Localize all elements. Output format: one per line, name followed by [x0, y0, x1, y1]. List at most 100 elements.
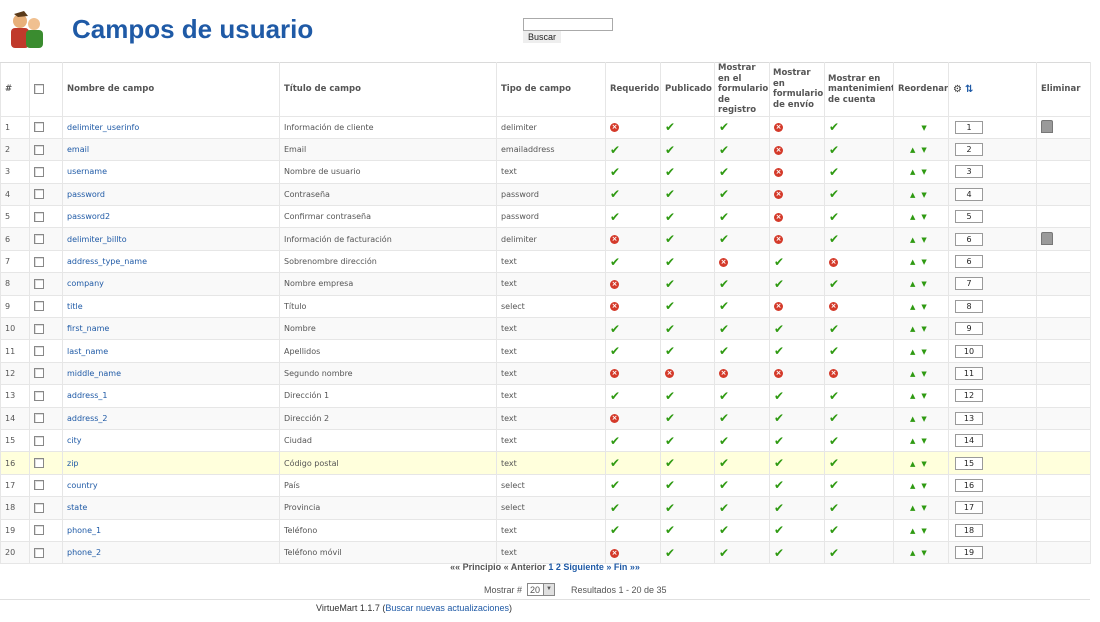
show-account-cell[interactable]: ✔	[824, 182, 894, 207]
checkmark-icon[interactable]: ✔	[610, 479, 620, 491]
published-cell[interactable]: ✔	[660, 428, 715, 453]
row-checkbox[interactable]	[34, 346, 44, 357]
checkmark-icon[interactable]: ✔	[719, 211, 729, 223]
order-input[interactable]: 4	[955, 187, 983, 201]
arrow-up-icon[interactable]: ▲	[910, 437, 921, 445]
arrow-up-icon[interactable]: ▲	[910, 392, 921, 400]
row-select-cell[interactable]	[29, 294, 63, 319]
row-checkbox[interactable]	[34, 122, 44, 133]
row-checkbox[interactable]	[34, 413, 44, 424]
field-name-link[interactable]: country	[62, 473, 280, 498]
checkmark-icon[interactable]: ✔	[719, 144, 729, 156]
checkmark-icon[interactable]: ✔	[665, 211, 675, 223]
row-select-cell[interactable]	[29, 137, 63, 162]
red-x-icon[interactable]: ×	[610, 235, 619, 245]
row-checkbox[interactable]	[34, 189, 44, 200]
checkmark-icon[interactable]: ✔	[774, 479, 784, 491]
chevron-down-icon[interactable]: ▼	[543, 584, 554, 595]
published-cell[interactable]: ✔	[660, 317, 715, 341]
order-input[interactable]: 11	[955, 366, 983, 380]
checkmark-icon[interactable]: ✔	[774, 278, 784, 290]
checkmark-icon[interactable]: ✔	[829, 188, 839, 200]
arrow-up-icon[interactable]: ▲	[910, 168, 921, 176]
required-cell[interactable]: ✔	[605, 182, 661, 207]
checkmark-icon[interactable]: ✔	[719, 166, 729, 178]
row-checkbox[interactable]	[34, 547, 44, 558]
row-select-cell[interactable]	[29, 428, 63, 453]
checkmark-icon[interactable]: ✔	[829, 524, 839, 536]
red-x-icon[interactable]: ×	[665, 369, 674, 379]
checkmark-icon[interactable]: ✔	[665, 323, 675, 335]
required-cell[interactable]: ✔	[605, 496, 661, 520]
required-cell[interactable]: ✔	[605, 518, 661, 542]
checkmark-icon[interactable]: ✔	[719, 479, 729, 491]
row-checkbox[interactable]	[34, 301, 44, 312]
show-registration-cell[interactable]: ✔	[714, 406, 770, 430]
field-name-link[interactable]: email	[62, 137, 280, 162]
published-cell[interactable]: ✔	[660, 249, 715, 274]
show-account-cell[interactable]: ✔	[824, 540, 894, 565]
field-name-link[interactable]: address_type_name	[62, 249, 280, 274]
checkmark-icon[interactable]: ✔	[610, 390, 620, 402]
red-x-icon[interactable]: ×	[774, 235, 783, 245]
published-cell[interactable]: ✔	[660, 473, 715, 498]
red-x-icon[interactable]: ×	[774, 369, 783, 379]
arrow-down-icon[interactable]: ▼	[921, 482, 932, 490]
field-name-link[interactable]: address_1	[62, 384, 280, 408]
arrow-up-icon[interactable]: ▲	[910, 191, 921, 199]
published-cell[interactable]: ✔	[660, 339, 715, 363]
field-name-link[interactable]: company	[62, 272, 280, 296]
show-registration-cell[interactable]: ✔	[714, 384, 770, 408]
field-name-link[interactable]: state	[62, 496, 280, 520]
pagination-page-2[interactable]: 2	[556, 562, 561, 572]
arrow-up-icon[interactable]: ▲	[910, 213, 921, 221]
arrow-up-icon[interactable]: ▲	[910, 348, 921, 356]
show-shipping-cell[interactable]: ✔	[769, 339, 825, 363]
published-cell[interactable]: ✔	[660, 451, 715, 475]
show-shipping-cell[interactable]: ✔	[769, 496, 825, 520]
checkmark-icon[interactable]: ✔	[665, 457, 675, 469]
row-checkbox[interactable]	[34, 480, 44, 491]
red-x-icon[interactable]: ×	[610, 369, 619, 379]
checkmark-icon[interactable]: ✔	[829, 457, 839, 469]
checkmark-icon[interactable]: ✔	[665, 144, 675, 156]
arrow-down-icon[interactable]: ▼	[921, 392, 932, 400]
show-registration-cell[interactable]: ✔	[714, 160, 770, 184]
order-input[interactable]: 8	[955, 299, 983, 313]
show-registration-cell[interactable]: ×	[714, 361, 770, 386]
arrow-up-icon[interactable]: ▲	[910, 370, 921, 378]
published-cell[interactable]: ✔	[660, 540, 715, 565]
red-x-icon[interactable]: ×	[829, 369, 838, 379]
row-checkbox[interactable]	[34, 323, 44, 334]
checkmark-icon[interactable]: ✔	[774, 524, 784, 536]
col-header-select-all[interactable]	[29, 62, 63, 117]
red-x-icon[interactable]: ×	[610, 279, 619, 289]
show-shipping-cell[interactable]: ×	[769, 137, 825, 162]
checkmark-icon[interactable]: ✔	[665, 547, 675, 559]
checkmark-icon[interactable]: ✔	[719, 547, 729, 559]
arrow-down-icon[interactable]: ▼	[921, 415, 932, 423]
show-shipping-cell[interactable]: ✔	[769, 451, 825, 475]
row-checkbox[interactable]	[34, 278, 44, 289]
arrow-down-icon[interactable]: ▼	[921, 303, 932, 311]
checkmark-icon[interactable]: ✔	[774, 502, 784, 514]
arrow-down-icon[interactable]: ▼	[921, 146, 932, 154]
red-x-icon[interactable]: ×	[829, 257, 838, 267]
checkmark-icon[interactable]: ✔	[829, 278, 839, 290]
arrow-down-icon[interactable]: ▼	[921, 370, 932, 378]
show-registration-cell[interactable]: ✔	[714, 518, 770, 542]
checkmark-icon[interactable]: ✔	[665, 435, 675, 447]
order-input[interactable]: 12	[955, 389, 983, 403]
field-name-link[interactable]: delimiter_billto	[62, 227, 280, 251]
field-name-link[interactable]: address_2	[62, 406, 280, 430]
show-registration-cell[interactable]: ✔	[714, 115, 770, 139]
order-input[interactable]: 3	[955, 165, 983, 179]
order-input[interactable]: 15	[955, 456, 983, 470]
checkmark-icon[interactable]: ✔	[829, 435, 839, 447]
checkmark-icon[interactable]: ✔	[774, 435, 784, 447]
show-account-cell[interactable]: ✔	[824, 473, 894, 498]
row-select-cell[interactable]	[29, 451, 63, 475]
required-cell[interactable]: ✔	[605, 249, 661, 274]
order-input[interactable]: 14	[955, 434, 983, 448]
show-account-cell[interactable]: ×	[824, 294, 894, 319]
